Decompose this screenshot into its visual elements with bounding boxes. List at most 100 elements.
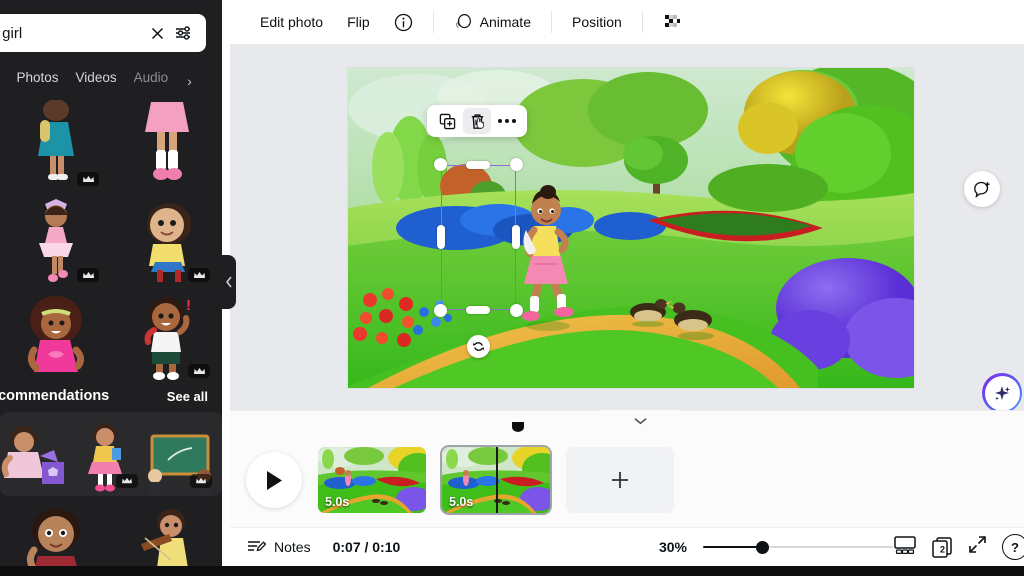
sticker-item[interactable] [0,288,111,384]
page-count-button[interactable]: 2 [931,536,953,558]
transparency-button[interactable] [651,7,693,38]
flip-button[interactable]: Flip [335,7,382,38]
category-tabs: s Photos Videos Audio › [0,66,222,96]
edit-photo-button[interactable]: Edit photo [248,7,335,38]
canva-editor-window: ttle girl s Photos Videos Audio [0,0,1024,576]
resize-handle-bottom-right[interactable] [510,304,523,317]
crown-icon [77,172,99,186]
animate-label: Animate [479,14,531,30]
tab-videos[interactable]: Videos [76,70,117,92]
sticker-item[interactable] [111,96,222,192]
search-input[interactable]: ttle girl [0,25,144,42]
sticker-item[interactable] [0,192,111,288]
more-options-icon [498,119,516,123]
zoom-slider[interactable] [703,539,893,555]
sticker-item[interactable] [0,500,111,566]
crown-icon [190,474,212,488]
fullscreen-button[interactable] [967,534,988,560]
resize-handle-top[interactable] [466,161,490,169]
recommendations-section: ecommendations See all [0,382,222,496]
collapse-panel-button[interactable] [222,255,236,309]
time-indicator: 0:07 / 0:10 [332,539,401,555]
plus-icon [612,472,628,488]
magic-button-ring [982,373,1022,410]
timeline-page-thumbnail-1[interactable]: 5.0s [318,447,426,513]
status-bar: Notes 0:07 / 0:10 30% 2 ? [230,527,1024,566]
selection-border [441,165,516,310]
help-button[interactable]: ? [1002,534,1024,560]
see-all-link[interactable]: See all [167,389,208,404]
resize-handle-bottom-left[interactable] [434,304,447,317]
flip-label: Flip [347,14,370,30]
add-comment-icon [973,181,990,198]
info-button[interactable] [382,7,425,38]
sticker-item[interactable] [111,192,222,288]
more-options-button[interactable] [493,108,521,134]
help-icon: ? [1011,539,1019,555]
recommendations-title: ecommendations [0,388,110,404]
animate-icon [455,13,471,28]
recommendation-item[interactable] [72,416,140,494]
recommendation-item[interactable] [142,416,218,494]
sticker-item[interactable]: ! [111,288,222,384]
resize-handle-top-right[interactable] [510,158,523,171]
add-comment-button[interactable] [964,171,1000,207]
checkerboard-icon [664,15,680,27]
page-duration: 5.0s [325,495,350,509]
left-side-panel: ttle girl s Photos Videos Audio [0,0,222,566]
crown-icon [77,268,99,282]
notes-button[interactable]: Notes [246,537,311,557]
tab-photos[interactable]: Photos [17,70,59,92]
play-button[interactable] [246,452,302,508]
position-button[interactable]: Position [560,7,634,38]
canvas-area[interactable] [230,45,1024,410]
presenter-view-button[interactable] [893,535,917,560]
recommendation-item[interactable] [0,416,70,494]
page-duration: 5.0s [449,495,474,509]
timeline-page-thumbnail-2[interactable]: 5.0s [442,447,550,513]
element-selection-box[interactable] [434,158,523,358]
sticker-results-grid-row-2 [0,500,222,566]
recommendations-header: ecommendations See all [0,382,222,404]
info-icon [394,13,412,31]
pages-icon: 2 [932,537,952,558]
recommendations-row [0,412,222,496]
divider [550,11,552,33]
resize-handle-bottom[interactable] [466,306,490,314]
sliders-icon[interactable] [170,20,196,46]
slider-knob[interactable] [756,540,770,554]
animate-button[interactable]: Animate [442,7,543,38]
sticker-item[interactable] [0,96,111,192]
delete-button[interactable] [463,108,491,134]
search-box[interactable]: ttle girl [0,14,206,52]
chevron-right-icon[interactable]: › [187,73,192,89]
rotate-handle[interactable] [467,335,490,358]
resize-handle-right[interactable] [512,225,520,249]
duplicate-icon [439,113,455,129]
top-toolbar: Edit photo Flip Animate Position [230,0,1024,45]
zoom-level: 30% [658,539,687,555]
resize-handle-left[interactable] [437,225,445,249]
magic-studio-button[interactable] [984,375,1020,410]
presenter-view-icon [894,535,916,554]
add-page-button[interactable] [566,447,674,513]
playhead-marker-icon[interactable] [511,420,525,432]
timeline-playhead[interactable] [496,447,498,513]
crown-icon [116,474,138,488]
slider-fill [703,546,763,548]
sticker-results-grid: ! [0,96,222,384]
page-count-label: 2 [940,545,945,555]
search-bar-container: ttle girl [0,14,206,52]
resize-handle-top-left[interactable] [434,158,447,171]
sticker-item[interactable] [111,500,222,566]
magic-sparkle-icon [995,386,1010,401]
tab-audio[interactable]: Audio [134,70,169,92]
status-bar-actions: 2 ? [893,534,1024,560]
duplicate-button[interactable] [433,108,461,134]
element-context-toolbar[interactable] [427,105,527,137]
window-bottom-edge [0,566,1024,576]
timeline-collapse-button[interactable] [600,410,680,432]
close-icon[interactable] [144,20,170,46]
divider [641,11,643,33]
play-icon [266,470,282,490]
